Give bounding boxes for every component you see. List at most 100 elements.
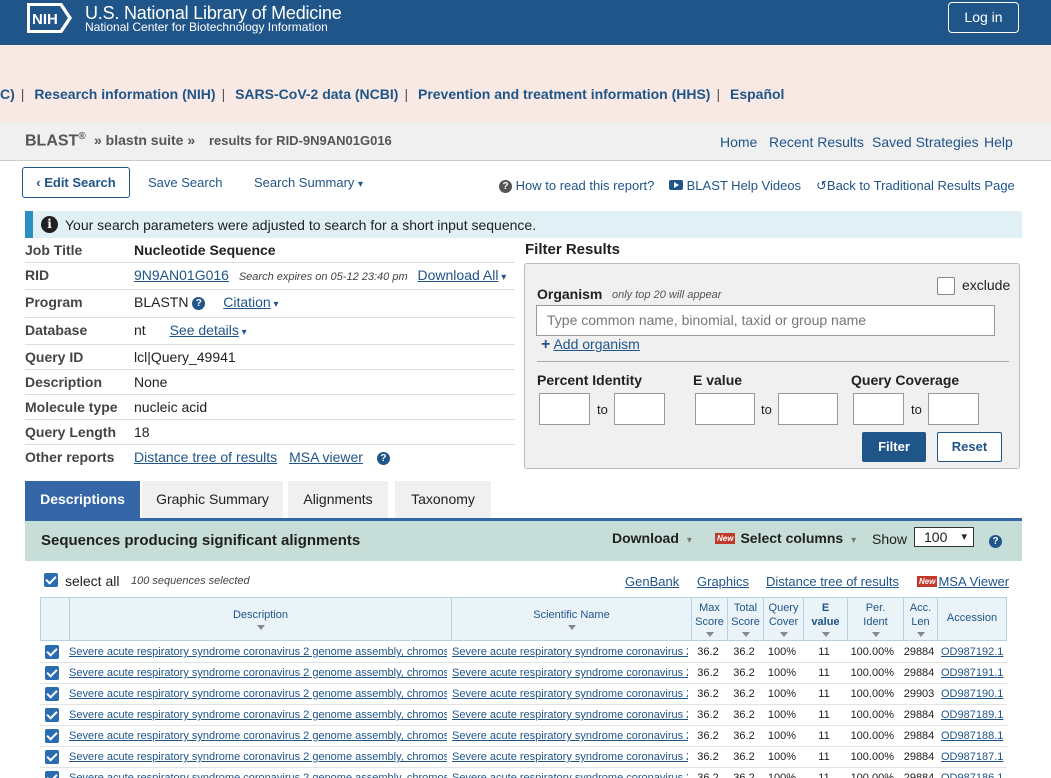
- breadcrumb-suite[interactable]: » blastn suite »: [94, 132, 195, 148]
- select-columns-dropdown[interactable]: New Select columns ▾: [715, 530, 856, 546]
- row-checkbox[interactable]: [45, 645, 59, 659]
- row-scientific-name-link[interactable]: Severe acute respiratory syndrome corona…: [452, 667, 688, 679]
- query-coverage-from-input[interactable]: [853, 393, 904, 425]
- row-accession-link[interactable]: OD987187.1: [941, 751, 1005, 763]
- th-query-cover[interactable]: Query Cover: [763, 598, 803, 640]
- row-scientific-name-link[interactable]: Severe acute respiratory syndrome corona…: [452, 772, 688, 778]
- row-description-link[interactable]: Severe acute respiratory syndrome corona…: [69, 772, 447, 778]
- row-total-score: 36.2: [733, 709, 755, 721]
- question-icon[interactable]: ?: [376, 452, 390, 465]
- row-description-link[interactable]: Severe acute respiratory syndrome corona…: [69, 730, 447, 742]
- row-scientific-name-link[interactable]: Severe acute respiratory syndrome corona…: [452, 709, 688, 721]
- tab-graphic-summary[interactable]: Graphic Summary: [142, 481, 283, 518]
- th-scientific-name[interactable]: Scientific Name: [451, 598, 691, 640]
- row-checkbox[interactable]: [45, 666, 59, 680]
- th-description[interactable]: Description: [69, 598, 451, 640]
- back-traditional-link[interactable]: ↺Back to Traditional Results Page: [816, 178, 1015, 194]
- row-accession-link[interactable]: OD987189.1: [941, 709, 1005, 721]
- exclude-label: exclude: [962, 277, 1011, 293]
- add-organism-link[interactable]: + Add organism: [541, 336, 640, 354]
- search-summary-dropdown[interactable]: Search Summary ▾: [254, 175, 363, 190]
- row-checkbox[interactable]: [45, 750, 59, 764]
- msa-viewer-link[interactable]: MSA viewer: [289, 449, 363, 465]
- row-accession-link[interactable]: OD987186.1: [941, 772, 1005, 778]
- show-count-select[interactable]: 100 ▾: [914, 527, 974, 547]
- edit-search-button[interactable]: ‹ Edit Search: [22, 167, 130, 198]
- covid-link-cdc[interactable]: C): [0, 86, 15, 102]
- th-e-value[interactable]: Evalue: [803, 598, 847, 640]
- select-all-checkbox[interactable]: [44, 573, 58, 587]
- percent-identity-to-input[interactable]: [614, 393, 665, 425]
- save-search-link[interactable]: Save Search: [148, 175, 222, 190]
- th-accession[interactable]: Accession: [937, 598, 1006, 640]
- table-row: Severe acute respiratory syndrome corona…: [40, 768, 1007, 778]
- e-value-from-input[interactable]: [695, 393, 755, 425]
- nih-subtitle[interactable]: National Center for Biotechnology Inform…: [85, 20, 328, 34]
- table-row: Severe acute respiratory syndrome corona…: [40, 747, 1007, 768]
- covid-link-hhs[interactable]: Prevention and treatment information (HH…: [418, 86, 710, 102]
- row-accession-link[interactable]: OD987191.1: [941, 667, 1005, 679]
- row-checkbox[interactable]: [45, 771, 59, 778]
- row-description-link[interactable]: Severe acute respiratory syndrome corona…: [69, 646, 447, 658]
- row-accession-link[interactable]: OD987192.1: [941, 646, 1005, 658]
- nav-help[interactable]: Help: [984, 134, 1013, 150]
- see-details-dropdown[interactable]: See details: [170, 322, 239, 338]
- genbank-link[interactable]: GenBank: [625, 574, 679, 589]
- how-to-read-link[interactable]: ? How to read this report?: [499, 178, 654, 193]
- reset-button[interactable]: Reset: [937, 432, 1002, 462]
- row-scientific-name-link[interactable]: Severe acute respiratory syndrome corona…: [452, 751, 688, 763]
- rid-link[interactable]: 9N9AN01G016: [134, 267, 229, 283]
- filter-results-title: Filter Results: [525, 241, 621, 258]
- filter-button[interactable]: Filter: [862, 432, 926, 462]
- percent-identity-from-input[interactable]: [539, 393, 590, 425]
- tab-taxonomy[interactable]: Taxonomy: [395, 481, 491, 518]
- graphics-link[interactable]: Graphics: [697, 574, 749, 589]
- row-e-value: 11: [818, 772, 830, 778]
- row-scientific-name-link[interactable]: Severe acute respiratory syndrome corona…: [452, 688, 688, 700]
- nav-recent-results[interactable]: Recent Results: [769, 134, 864, 150]
- th-max-score[interactable]: Max Score: [691, 598, 727, 640]
- nav-home[interactable]: Home: [720, 134, 757, 150]
- row-checkbox[interactable]: [45, 729, 59, 743]
- exclude-checkbox[interactable]: [937, 277, 955, 295]
- tab-descriptions[interactable]: Descriptions: [25, 481, 140, 518]
- distance-tree-results-link[interactable]: Distance tree of results: [766, 574, 899, 589]
- citation-dropdown[interactable]: Citation: [223, 294, 270, 310]
- login-button[interactable]: Log in: [948, 2, 1019, 33]
- row-per-ident: 100.00%: [850, 730, 894, 742]
- row-description-link[interactable]: Severe acute respiratory syndrome corona…: [69, 709, 447, 721]
- row-description-link[interactable]: Severe acute respiratory syndrome corona…: [69, 751, 447, 763]
- th-total-score[interactable]: Total Score: [727, 598, 763, 640]
- row-checkbox[interactable]: [45, 687, 59, 701]
- row-scientific-name-link[interactable]: Severe acute respiratory syndrome corona…: [452, 730, 688, 742]
- row-accession-link[interactable]: OD987188.1: [941, 730, 1005, 742]
- covid-link-nih[interactable]: Research information (NIH): [34, 86, 215, 102]
- breadcrumb-blast[interactable]: BLAST®: [25, 131, 86, 150]
- query-coverage-to-input[interactable]: [928, 393, 979, 425]
- description-value: None: [134, 374, 168, 390]
- organism-input[interactable]: Type common name, binomial, taxid or gro…: [536, 305, 995, 336]
- tab-alignments[interactable]: Alignments: [288, 481, 388, 518]
- results-help[interactable]: ?: [989, 532, 1002, 548]
- row-accession-link[interactable]: OD987190.1: [941, 688, 1005, 700]
- row-per-ident: 100.00%: [850, 751, 894, 763]
- distance-tree-link[interactable]: Distance tree of results: [134, 449, 277, 465]
- th-per-ident[interactable]: Per. Ident: [847, 598, 903, 640]
- chevron-down-icon: ▾: [358, 179, 364, 190]
- row-scientific-name-link[interactable]: Severe acute respiratory syndrome corona…: [452, 646, 688, 658]
- row-checkbox[interactable]: [45, 708, 59, 722]
- nih-header: NIH U.S. National Library of Medicine Na…: [0, 0, 1051, 45]
- row-description-link[interactable]: Severe acute respiratory syndrome corona…: [69, 688, 447, 700]
- nih-logo[interactable]: NIH: [27, 3, 72, 33]
- nav-saved-strategies[interactable]: Saved Strategies: [872, 134, 979, 150]
- help-videos-link[interactable]: BLAST Help Videos: [669, 178, 801, 193]
- row-description-link[interactable]: Severe acute respiratory syndrome corona…: [69, 667, 447, 679]
- download-all-dropdown[interactable]: Download All: [418, 267, 499, 283]
- msa-viewer-results-link[interactable]: New MSA Viewer: [917, 574, 1009, 589]
- th-acc-len[interactable]: Acc. Len: [903, 598, 937, 640]
- covid-link-ncbi[interactable]: SARS-CoV-2 data (NCBI): [235, 86, 398, 102]
- download-dropdown[interactable]: Download ▾: [612, 530, 692, 546]
- covid-link-espanol[interactable]: Español: [730, 86, 784, 102]
- question-icon[interactable]: ?: [192, 297, 206, 310]
- e-value-to-input[interactable]: [778, 393, 838, 425]
